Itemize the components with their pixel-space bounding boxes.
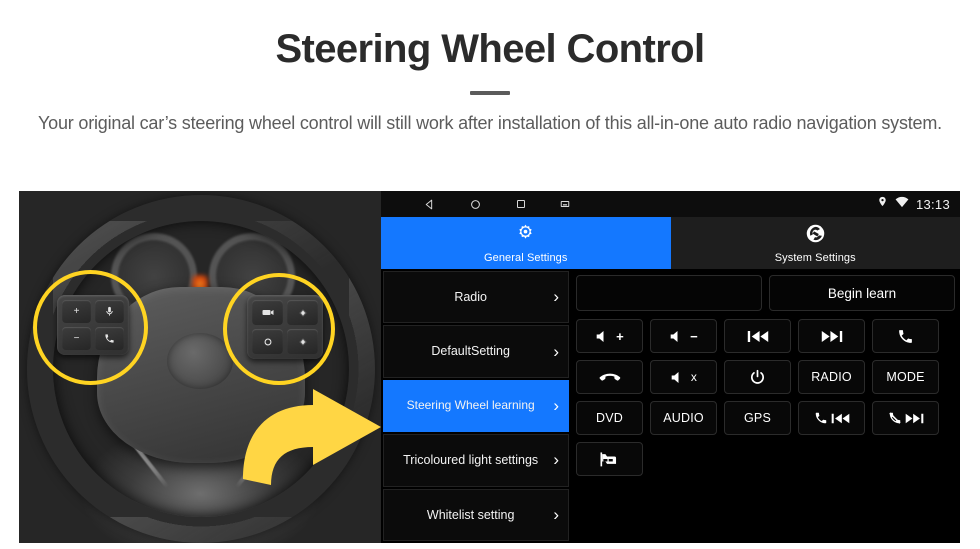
highlight-circle-left [33, 270, 148, 385]
chevron-right-icon: › [553, 287, 559, 307]
page-subtitle: Your original car’s steering wheel contr… [38, 113, 942, 133]
hangup-next-button[interactable] [872, 401, 939, 435]
function-row: + − [576, 319, 955, 353]
function-button-grid: + − x RADIO MODE DVD AUDIO GPS [576, 319, 955, 476]
recents-icon[interactable] [515, 198, 527, 210]
mode-button[interactable]: MODE [872, 360, 939, 394]
function-row [576, 442, 955, 476]
status-indicators: 13:13 [877, 191, 950, 217]
sidebar-item-radio[interactable]: Radio › [383, 271, 569, 324]
chevron-right-icon: › [553, 504, 559, 524]
steering-wheel-photo: + − [19, 191, 382, 543]
audio-button[interactable]: AUDIO [650, 401, 717, 435]
tab-system-settings-label: System Settings [774, 251, 856, 264]
chevron-right-icon: › [553, 450, 559, 470]
call-previous-button[interactable] [798, 401, 865, 435]
car-view-button[interactable] [576, 442, 643, 476]
sidebar-item-steering-wheel-learning[interactable]: Steering Wheel learning › [383, 379, 569, 433]
wifi-icon [895, 195, 909, 213]
call-hangup-button[interactable] [576, 360, 643, 394]
learn-display-field[interactable] [576, 275, 762, 311]
settings-sidebar: Radio › DefaultSetting › Steering Wheel … [381, 271, 571, 543]
sidebar-item-label: Radio [454, 289, 487, 304]
navigation-bar [381, 198, 570, 211]
dvd-button[interactable]: DVD [576, 401, 643, 435]
minus-sign-icon: − [690, 328, 698, 344]
page-title: Steering Wheel Control [275, 27, 705, 71]
status-bar: 13:13 [381, 191, 960, 217]
sidebar-item-label: Tricoloured light settings [403, 453, 539, 468]
learning-pane: Begin learn + − x RADIO MODE DVD AUDIO G… [571, 271, 960, 543]
mute-button[interactable]: x [650, 360, 717, 394]
begin-learn-button[interactable]: Begin learn [769, 275, 955, 311]
plus-sign-icon: + [616, 328, 624, 344]
function-row: DVD AUDIO GPS [576, 401, 955, 435]
call-answer-button[interactable] [872, 319, 939, 353]
airbag-emblem [167, 333, 233, 389]
title-divider [470, 91, 510, 95]
highlight-circle-right [223, 273, 335, 385]
sidebar-item-label: DefaultSetting [431, 344, 510, 359]
pointer-arrow-icon [243, 389, 381, 485]
status-clock: 13:13 [915, 196, 950, 212]
page-header: Steering Wheel Control Your original car… [0, 0, 980, 137]
volume-down-button[interactable]: − [650, 319, 717, 353]
sidebar-item-tricoloured-light-settings[interactable]: Tricoloured light settings › [383, 434, 569, 487]
home-icon[interactable] [469, 198, 482, 211]
system-logo-icon [805, 223, 826, 249]
settings-panel: Radio › DefaultSetting › Steering Wheel … [381, 269, 960, 543]
gps-button[interactable]: GPS [724, 401, 791, 435]
head-unit-screen: 13:13 General Settings System Settings R… [381, 191, 960, 543]
power-button[interactable] [724, 360, 791, 394]
chevron-right-icon: › [553, 396, 559, 416]
tab-system-settings[interactable]: System Settings [670, 217, 960, 269]
x-mark-icon: x [690, 370, 698, 384]
tab-general-settings[interactable]: General Settings [381, 217, 671, 269]
sidebar-item-label: Whitelist setting [426, 507, 515, 522]
function-row: x RADIO MODE [576, 360, 955, 394]
back-icon[interactable] [423, 198, 436, 211]
location-icon [877, 195, 888, 213]
sidebar-item-defaultsetting[interactable]: DefaultSetting › [383, 325, 569, 378]
sidebar-item-whitelist-setting[interactable]: Whitelist setting › [383, 488, 569, 542]
sidebar-item-label: Steering Wheel learning [406, 398, 535, 413]
chevron-right-icon: › [553, 341, 559, 361]
radio-button[interactable]: RADIO [798, 360, 865, 394]
learning-top-row: Begin learn [576, 275, 955, 311]
gear-icon [515, 223, 536, 249]
volume-up-button[interactable]: + [576, 319, 643, 353]
next-track-button[interactable] [798, 319, 865, 353]
settings-tabs: General Settings System Settings [381, 217, 960, 269]
content-area: + − 13:13 General Settings System Settin… [0, 191, 980, 543]
tab-general-settings-label: General Settings [483, 251, 568, 264]
screenshot-icon[interactable] [560, 199, 570, 209]
previous-track-button[interactable] [724, 319, 791, 353]
